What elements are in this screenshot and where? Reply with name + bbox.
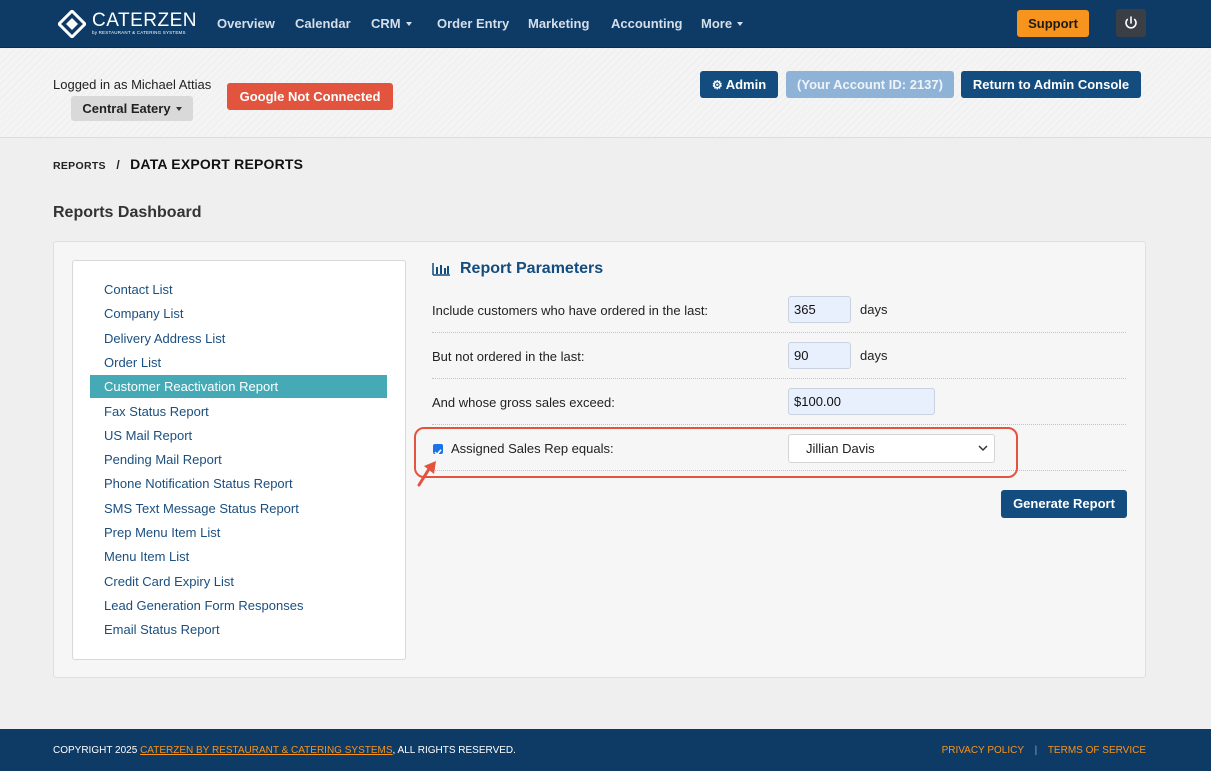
nav-overview[interactable]: Overview bbox=[217, 16, 275, 31]
nav-marketing[interactable]: Marketing bbox=[528, 16, 589, 31]
caterzen-logo[interactable]: CATERZEN by RESTAURANT & CATERING SYSTEM… bbox=[58, 9, 198, 39]
generate-report-button[interactable]: Generate Report bbox=[1001, 490, 1127, 518]
company-link[interactable]: CATERZEN BY RESTAURANT & CATERING SYSTEM… bbox=[140, 745, 392, 756]
report-list-item[interactable]: Lead Generation Form Responses bbox=[90, 594, 387, 617]
brand-subtitle: by RESTAURANT & CATERING SYSTEMS bbox=[92, 30, 186, 35]
ordered-last-input[interactable] bbox=[788, 296, 851, 323]
logout-button[interactable] bbox=[1116, 9, 1146, 37]
report-list-item[interactable]: SMS Text Message Status Report bbox=[90, 497, 387, 520]
report-list-item[interactable]: Delivery Address List bbox=[90, 327, 387, 350]
admin-button[interactable]: ⚙ Admin bbox=[700, 71, 778, 98]
gross-sales-label: And whose gross sales exceed: bbox=[432, 395, 615, 410]
footer-separator: | bbox=[1034, 745, 1038, 756]
gear-icon: ⚙ bbox=[711, 78, 723, 92]
report-list-item[interactable]: Company List bbox=[90, 302, 387, 325]
report-list-item[interactable]: Contact List bbox=[90, 278, 387, 301]
google-status-badge[interactable]: Google Not Connected bbox=[227, 83, 393, 110]
report-list-item[interactable]: Order List bbox=[90, 351, 387, 374]
chevron-down-icon bbox=[405, 21, 412, 26]
footer-links: PRIVACY POLICY | TERMS OF SERVICE bbox=[942, 745, 1146, 756]
breadcrumb-reports[interactable]: REPORTS bbox=[53, 160, 106, 172]
brand-name: CATERZEN bbox=[92, 10, 197, 31]
nav-more[interactable]: More bbox=[701, 16, 744, 31]
footer: COPYRIGHT 2025 CATERZEN BY RESTAURANT & … bbox=[0, 729, 1211, 771]
terms-of-service-link[interactable]: TERMS OF SERVICE bbox=[1048, 745, 1146, 756]
report-list-item[interactable]: Fax Status Report bbox=[90, 400, 387, 423]
caterzen-diamond-icon bbox=[58, 10, 86, 38]
ordered-last-label: Include customers who have ordered in th… bbox=[432, 303, 709, 318]
report-list-item[interactable]: Credit Card Expiry List bbox=[90, 570, 387, 593]
report-list-item[interactable]: Menu Item List bbox=[90, 545, 387, 568]
report-list-item[interactable]: Pending Mail Report bbox=[90, 448, 387, 471]
divider bbox=[432, 424, 1126, 425]
nav-accounting[interactable]: Accounting bbox=[611, 16, 683, 31]
privacy-policy-link[interactable]: PRIVACY POLICY bbox=[942, 745, 1024, 756]
days-unit: days bbox=[860, 348, 888, 363]
divider bbox=[432, 378, 1126, 379]
account-id-button[interactable]: (Your Account ID: 2137) bbox=[786, 71, 954, 98]
logged-in-text: Logged in as Michael Attias bbox=[53, 77, 212, 92]
nav-calendar[interactable]: Calendar bbox=[295, 16, 351, 31]
return-admin-console-button[interactable]: Return to Admin Console bbox=[961, 71, 1141, 98]
not-ordered-label: But not ordered in the last: bbox=[432, 349, 585, 364]
copyright-text: COPYRIGHT 2025 CATERZEN BY RESTAURANT & … bbox=[53, 745, 516, 756]
report-list-item[interactable]: Phone Notification Status Report bbox=[90, 472, 387, 495]
report-parameters-title: Report Parameters bbox=[460, 260, 604, 277]
highlight-annotation bbox=[414, 427, 1018, 478]
support-button[interactable]: Support bbox=[1017, 10, 1089, 37]
gross-sales-input[interactable] bbox=[788, 388, 935, 415]
days-unit: days bbox=[860, 302, 888, 317]
report-list-item[interactable]: Customer Reactivation Report bbox=[90, 375, 387, 398]
nav-crm[interactable]: CRM bbox=[371, 16, 412, 31]
breadcrumb-current: DATA EXPORT REPORTS bbox=[130, 156, 304, 172]
chevron-down-icon bbox=[175, 106, 182, 111]
power-icon bbox=[1125, 16, 1137, 29]
bar-chart-icon bbox=[432, 263, 450, 276]
not-ordered-input[interactable] bbox=[788, 342, 851, 369]
location-dropdown[interactable]: Central Eatery bbox=[71, 96, 193, 121]
report-list-item[interactable]: Email Status Report bbox=[90, 618, 387, 641]
arrow-annotation-icon bbox=[417, 461, 436, 487]
page-title: Reports Dashboard bbox=[53, 204, 202, 221]
account-bar: Logged in as Michael Attias Central Eate… bbox=[0, 49, 1211, 138]
top-navbar: CATERZEN by RESTAURANT & CATERING SYSTEM… bbox=[0, 0, 1211, 48]
report-list-item[interactable]: Prep Menu Item List bbox=[90, 521, 387, 544]
breadcrumb: REPORTS / DATA EXPORT REPORTS bbox=[53, 156, 303, 174]
divider bbox=[432, 332, 1126, 333]
nav-order-entry[interactable]: Order Entry bbox=[437, 16, 509, 31]
report-list-item[interactable]: US Mail Report bbox=[90, 424, 387, 447]
chevron-down-icon bbox=[737, 21, 744, 26]
breadcrumb-separator: / bbox=[116, 158, 120, 172]
